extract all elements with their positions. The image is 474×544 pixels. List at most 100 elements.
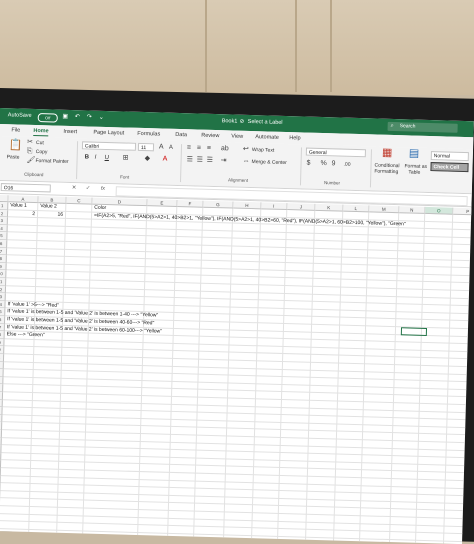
select-label-button[interactable]: Select a Label <box>248 119 283 126</box>
copy-button[interactable]: Copy <box>36 149 48 155</box>
tab-help[interactable]: Help <box>289 135 300 141</box>
wrap-text-button[interactable]: Wrap Text <box>252 147 274 154</box>
tab-insert[interactable]: Insert <box>63 129 77 135</box>
style-check-cell[interactable]: Check Cell <box>430 162 468 172</box>
gridline <box>8 232 471 246</box>
format-as-table-label: Table <box>408 169 420 175</box>
cell-a2[interactable]: 2 <box>8 210 35 218</box>
column-header-g[interactable]: G <box>203 201 233 209</box>
search-input[interactable]: ⌕ Search <box>388 122 458 133</box>
tab-automate[interactable]: Automate <box>255 134 279 141</box>
customize-toolbar-icon[interactable]: ⌄ <box>98 115 105 122</box>
column-header-m[interactable]: M <box>369 205 399 213</box>
tab-home[interactable]: Home <box>33 128 48 136</box>
group-divider <box>300 147 302 185</box>
gridline <box>0 490 463 504</box>
number-group-label: Number <box>324 180 340 185</box>
indent-icon[interactable]: ⇥ <box>220 157 226 165</box>
gridline <box>3 399 466 413</box>
underline-button[interactable]: U <box>105 155 110 161</box>
column-header-e[interactable]: E <box>147 199 177 207</box>
tab-page-layout[interactable]: Page Layout <box>93 130 124 137</box>
column-header-j[interactable]: J <box>287 203 315 211</box>
gridline <box>0 513 463 527</box>
percent-icon[interactable]: % <box>320 160 326 168</box>
align-right-icon[interactable]: ☰ <box>206 157 213 165</box>
align-center-icon[interactable]: ☰ <box>196 157 203 165</box>
background-panel <box>330 0 422 92</box>
align-top-icon[interactable]: ≡ <box>187 144 191 152</box>
gridline <box>1 467 464 481</box>
cell-a18[interactable]: Else ---> "Green" <box>7 331 45 340</box>
column-header-h[interactable]: H <box>233 202 261 210</box>
sensitivity-icon[interactable]: ⊘ <box>240 119 245 125</box>
save-icon[interactable]: ▣ <box>62 114 69 121</box>
active-cell-o16[interactable] <box>401 327 427 336</box>
gridline <box>0 528 462 542</box>
merge-center-button[interactable]: Merge & Center <box>252 159 287 166</box>
tab-data[interactable]: Data <box>175 132 187 138</box>
cut-button[interactable]: Cut <box>36 140 44 146</box>
decimal-icon[interactable]: .00 <box>343 161 350 169</box>
search-placeholder: Search <box>400 123 416 129</box>
tab-file[interactable]: File <box>11 127 20 133</box>
column-header-p[interactable]: P <box>453 208 474 216</box>
increase-font-icon[interactable]: A <box>159 143 164 151</box>
column-header-f[interactable]: F <box>177 200 203 208</box>
group-divider <box>76 141 78 179</box>
group-divider <box>180 144 182 182</box>
column-header-k[interactable]: K <box>315 204 343 212</box>
accounting-icon[interactable]: $ <box>306 160 310 168</box>
document-title: Book1 <box>222 118 238 124</box>
column-header-o[interactable]: O <box>425 207 453 215</box>
italic-button[interactable]: I <box>95 155 97 161</box>
align-bottom-icon[interactable]: ≡ <box>207 145 211 153</box>
redo-icon[interactable]: ↷ <box>86 114 93 121</box>
conditional-formatting-icon[interactable]: ▦ <box>382 149 393 157</box>
gridline <box>7 254 470 268</box>
format-painter-button[interactable]: Format Painter <box>35 158 68 165</box>
borders-icon[interactable]: ⊞ <box>123 154 129 162</box>
number-format-select[interactable]: General <box>306 148 366 158</box>
cell-b2[interactable]: 16 <box>38 211 63 219</box>
fill-color-icon[interactable]: ◆ <box>145 155 151 163</box>
gridline <box>1 475 464 489</box>
font-color-icon[interactable]: A <box>163 156 168 164</box>
comma-icon[interactable]: 9 <box>331 160 335 168</box>
format-as-table-icon[interactable]: ▤ <box>409 149 420 157</box>
wrap-text-icon[interactable]: ↩ <box>243 146 249 154</box>
style-normal[interactable]: Normal <box>431 151 469 161</box>
column-header-l[interactable]: L <box>343 205 369 213</box>
font-name-select[interactable]: Calibri <box>82 141 136 151</box>
paste-icon[interactable]: 📋 <box>9 141 23 149</box>
decrease-font-icon[interactable]: A <box>169 144 173 152</box>
format-painter-icon[interactable]: 🖌 <box>26 157 35 165</box>
column-header-c[interactable]: C <box>66 197 92 205</box>
cut-icon[interactable]: ✂ <box>27 139 33 147</box>
copy-icon[interactable]: ⎘ <box>27 148 33 156</box>
paste-button[interactable]: Paste <box>7 154 20 160</box>
spreadsheet-grid[interactable]: ABCDEFGHIJKLMNOP123456789101112131415161… <box>0 195 471 544</box>
cancel-icon[interactable]: ✕ <box>72 185 77 191</box>
gridline <box>4 368 467 382</box>
search-icon: ⌕ <box>391 123 394 130</box>
align-middle-icon[interactable]: ≡ <box>197 145 201 153</box>
enter-icon[interactable]: ✓ <box>86 185 91 191</box>
column-header-i[interactable]: I <box>261 202 287 210</box>
tab-formulas[interactable]: Formulas <box>137 131 160 138</box>
insert-function-button[interactable]: fx <box>101 186 105 192</box>
align-left-icon[interactable]: ☰ <box>187 156 194 164</box>
gridline <box>1 452 464 466</box>
bold-button[interactable]: B <box>85 154 90 160</box>
font-size-select[interactable]: 11 <box>138 143 154 151</box>
merge-icon[interactable]: ⇔ <box>242 158 249 166</box>
name-box[interactable]: O16 <box>1 183 51 192</box>
tab-review[interactable]: Review <box>201 133 219 140</box>
gridline <box>3 384 466 398</box>
orientation-icon[interactable]: ab <box>221 145 229 153</box>
gridline <box>4 353 467 367</box>
tab-view[interactable]: View <box>231 133 243 139</box>
column-header-n[interactable]: N <box>399 206 425 214</box>
autosave-toggle[interactable]: Off <box>38 113 58 123</box>
undo-icon[interactable]: ↶ <box>74 114 81 121</box>
